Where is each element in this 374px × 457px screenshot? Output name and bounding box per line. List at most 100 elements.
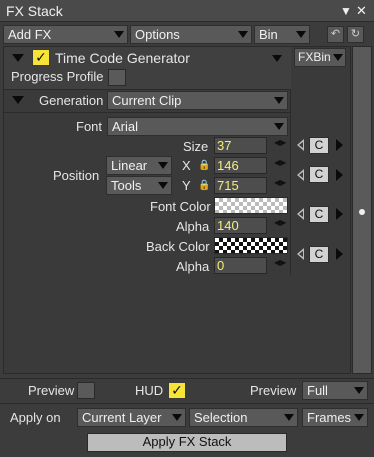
font-alpha-label: Alpha [176,219,210,234]
font-label: Font [76,119,103,134]
keyframe-back-color-button[interactable]: C [309,246,329,263]
position-mode-value: Linear [111,158,148,173]
position-y-input[interactable]: 715 [214,177,267,194]
generation-label: Generation [39,93,104,108]
options-dropdown[interactable]: Options [130,25,252,44]
effect-enable-checkbox[interactable]: ✓ [32,49,50,66]
selection-value: Selection [194,410,248,425]
position-label: Position [53,168,100,183]
title-bar: FX Stack ▼ ✕ [0,0,374,22]
bin-dropdown[interactable]: Bin [254,25,310,44]
keyframe-font-color-button[interactable]: C [309,206,329,223]
divider [4,89,291,90]
prev-keyframe-icon[interactable] [297,169,304,181]
toolbar: Add FX Options Bin ↶ ↻ [0,23,374,45]
position-mode-dropdown[interactable]: Linear [106,156,172,175]
options-label: Options [135,27,180,42]
prev-keyframe-icon[interactable] [297,208,304,220]
chevron-down-icon [354,414,364,421]
divider [0,378,374,379]
apply-on-value: Current Layer [82,410,162,425]
chevron-down-icon [114,31,124,38]
font-color-swatch[interactable] [214,197,288,214]
lock-x-icon[interactable]: 🔒 [198,161,210,171]
next-keyframe-icon[interactable] [336,139,343,151]
fxbin-dropdown[interactable]: FXBin [294,48,346,67]
undo-icon[interactable]: ↶ [327,26,344,43]
apply-on-dropdown[interactable]: Current Layer [77,408,186,427]
font-alpha-input[interactable]: 140 [214,217,267,234]
preview-checkbox[interactable] [77,382,95,399]
divider [4,112,291,113]
column-divider [290,90,291,275]
preview-quality-dropdown[interactable]: Full [302,381,368,400]
frames-dropdown[interactable]: Frames [302,408,368,427]
effect-name: Time Code Generator [55,50,190,66]
hud-label: HUD [135,383,164,398]
apply-on-label: Apply on [10,410,61,425]
preview-quality-value: Full [307,383,328,398]
y-label: Y [182,178,191,193]
chevron-down-icon [238,31,248,38]
size-label: Size [183,139,209,154]
menu-chevron-down-icon[interactable]: ▼ [340,4,352,18]
tools-dropdown[interactable]: Tools [106,176,172,195]
refresh-icon[interactable]: ↻ [347,26,364,43]
progress-profile-label: Progress Profile [11,69,104,84]
apply-fx-stack-button[interactable]: Apply FX Stack [87,433,287,452]
preview-quality-label: Preview [250,383,297,398]
chevron-down-icon [274,97,284,104]
prev-keyframe-icon[interactable] [297,248,304,260]
selection-dropdown[interactable]: Selection [189,408,298,427]
back-alpha-stepper-icon[interactable]: ◀▶ [274,259,286,273]
bin-label: Bin [259,27,278,42]
fxbin-label: FXBin [298,50,331,64]
preview-label: Preview [28,383,75,398]
vertical-scrollbar[interactable] [352,46,372,374]
font-alpha-stepper-icon[interactable]: ◀▶ [274,219,286,233]
x-label: X [182,158,191,173]
collapse-effect-icon[interactable] [12,54,24,62]
back-color-swatch[interactable] [214,237,288,254]
add-fx-dropdown[interactable]: Add FX [3,25,128,44]
keyframe-position-button[interactable]: C [309,166,329,183]
frames-value: Frames [307,410,352,425]
hud-checkbox[interactable]: ✓ [168,382,186,399]
back-alpha-input[interactable]: 0 [214,257,267,274]
close-icon[interactable]: ✕ [356,3,367,19]
x-stepper-icon[interactable]: ◀▶ [274,159,286,173]
font-dropdown[interactable]: Arial [107,117,288,136]
collapse-generation-icon[interactable] [12,96,24,104]
chevron-down-icon [296,31,306,38]
tools-value: Tools [111,178,142,193]
font-color-label: Font Color [150,199,211,214]
next-keyframe-icon[interactable] [336,208,343,220]
generation-dropdown[interactable]: Current Clip [107,91,288,110]
size-input[interactable]: 37 [214,137,267,154]
chevron-down-icon [284,414,294,421]
chevron-down-icon [158,162,168,169]
window-title: FX Stack [6,3,63,19]
progress-profile-checkbox[interactable] [108,69,126,86]
font-value: Arial [112,119,139,134]
next-keyframe-icon[interactable] [336,169,343,181]
divider [0,403,374,404]
scroll-thumb[interactable] [359,209,365,215]
position-x-input[interactable]: 146 [214,157,267,174]
keyframe-size-button[interactable]: C [309,137,329,154]
lock-y-icon[interactable]: 🔒 [198,181,210,191]
chevron-down-icon [158,182,168,189]
back-color-label: Back Color [146,239,210,254]
chevron-down-icon [172,414,182,421]
effect-menu-icon[interactable] [272,55,282,62]
add-fx-label: Add FX [8,27,52,42]
size-stepper-icon[interactable]: ◀▶ [274,139,286,153]
chevron-down-icon [354,387,364,394]
next-keyframe-icon[interactable] [336,248,343,260]
back-alpha-label: Alpha [176,259,210,274]
chevron-down-icon [333,54,343,61]
prev-keyframe-icon[interactable] [297,139,304,151]
generation-value: Current Clip [112,93,182,108]
y-stepper-icon[interactable]: ◀▶ [274,179,286,193]
chevron-down-icon [274,123,284,130]
